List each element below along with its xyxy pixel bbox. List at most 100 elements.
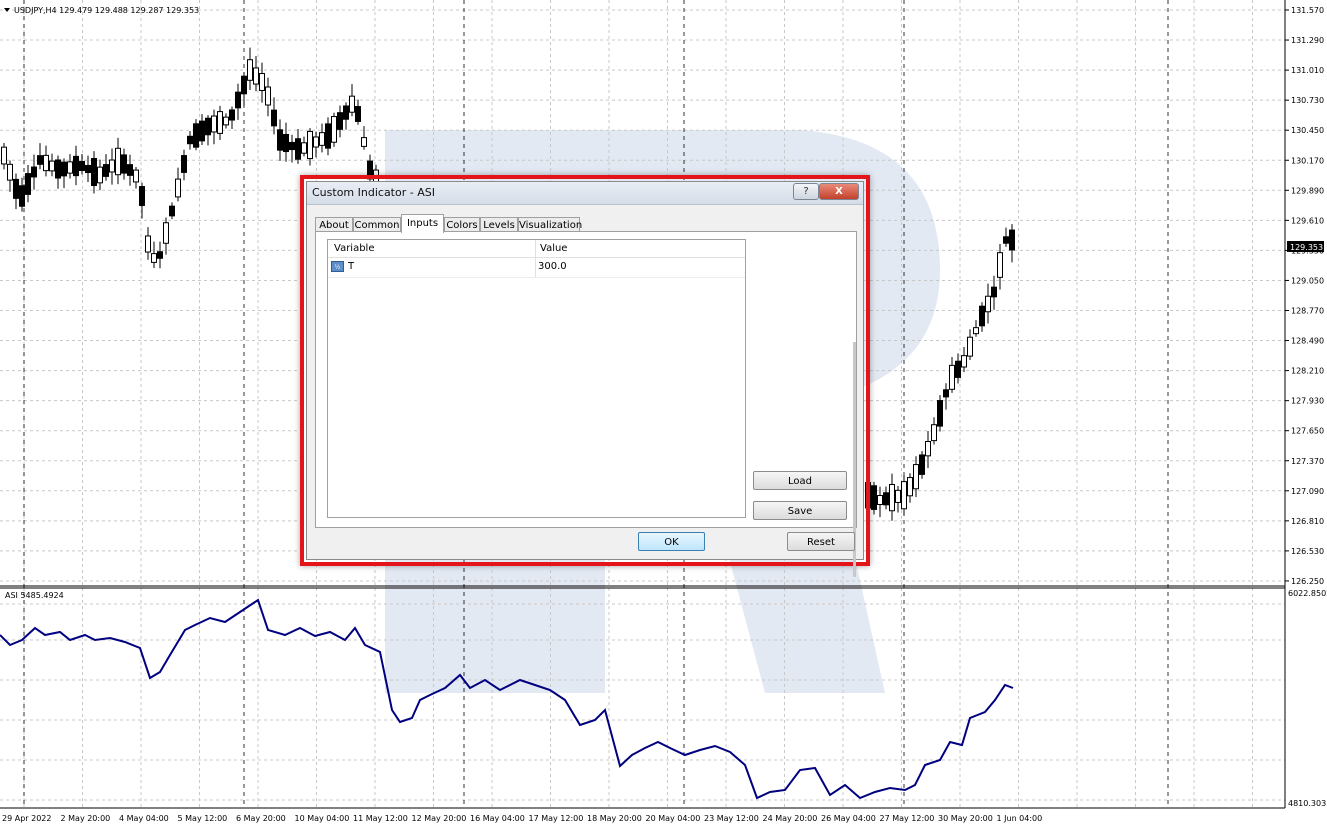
candle-body: [235, 91, 241, 109]
candle-body: [205, 117, 211, 136]
candle-body: [343, 105, 349, 120]
reset-button[interactable]: Reset: [787, 532, 855, 551]
candle: [133, 166, 139, 189]
candle-body: [133, 169, 139, 183]
indicator-header: ASI 5485.4924: [5, 591, 64, 600]
time-label: 24 May 20:00: [763, 814, 818, 823]
candle: [49, 153, 55, 177]
candle-body: [175, 178, 181, 198]
candle-body: [85, 164, 91, 174]
candle: [103, 154, 109, 181]
candle: [289, 134, 295, 163]
tab-common[interactable]: Common: [353, 217, 401, 232]
candle-body: [877, 495, 883, 505]
tab-inputs[interactable]: Inputs: [401, 214, 444, 233]
candle-body: [37, 155, 43, 165]
candle: [13, 173, 19, 210]
candle: [241, 71, 247, 106]
candle-body: [295, 138, 301, 160]
variable-cell: T: [348, 261, 355, 272]
tab-visualization[interactable]: Visualization: [518, 217, 582, 232]
candle-body: [883, 492, 889, 506]
ok-button[interactable]: OK: [638, 532, 705, 551]
save-button[interactable]: Save: [753, 501, 847, 520]
dialog-titlebar[interactable]: Custom Indicator - ASI ? X: [307, 182, 863, 205]
load-button[interactable]: Load: [753, 471, 847, 490]
candle-body: [361, 137, 367, 147]
tab-colors[interactable]: Colors: [444, 217, 480, 232]
candle-body: [115, 147, 121, 176]
candle-body: [163, 222, 169, 244]
price-label: 129.610: [1291, 216, 1324, 225]
value-cell[interactable]: 300.0: [538, 261, 567, 272]
candle: [295, 128, 301, 164]
time-label: 11 May 12:00: [353, 814, 408, 823]
candle-body: [211, 115, 217, 133]
candle-body: [985, 295, 991, 313]
candle: [151, 241, 157, 269]
time-axis: 29 Apr 2022 2 May 20:00 4 May 04:00 5 May 1…: [2, 814, 1042, 823]
candle-body: [19, 185, 25, 207]
price-label: 130.450: [1291, 126, 1324, 135]
price-label: 128.210: [1291, 367, 1324, 376]
candle-body: [901, 481, 907, 510]
indicator-scale-max: 6022.8502: [1288, 589, 1327, 598]
price-label: 129.050: [1291, 276, 1324, 285]
help-button[interactable]: ?: [793, 183, 819, 200]
time-label: 12 May 20:00: [412, 814, 467, 823]
candle-body: [949, 364, 955, 390]
candle-body: [247, 59, 253, 81]
candle-body: [109, 159, 115, 173]
candle-body: [895, 489, 901, 503]
price-label: 128.770: [1291, 307, 1324, 316]
candle-body: [889, 483, 895, 512]
candle: [949, 356, 955, 393]
candle-body: [253, 67, 259, 85]
candle-body: [991, 286, 997, 298]
candle-body: [967, 336, 973, 357]
candle-body: [127, 164, 133, 176]
dialog-title: Custom Indicator - ASI: [312, 186, 435, 199]
custom-indicator-dialog: Custom Indicator - ASI ? X About Common …: [306, 181, 864, 577]
chart-menu-triangle-icon[interactable]: [4, 8, 10, 12]
table-row[interactable]: ½ T 300.0: [328, 258, 745, 278]
inputs-tab-panel: Variable Value ½ T 300.0 Load Save: [315, 231, 857, 577]
candle-body: [271, 109, 277, 127]
price-label: 126.810: [1291, 517, 1324, 526]
candle-body: [49, 160, 55, 172]
candle-body: [919, 454, 925, 475]
candle-body: [97, 166, 103, 184]
candle: [889, 473, 895, 521]
column-header-variable[interactable]: Variable: [334, 243, 375, 254]
candle-body: [325, 123, 331, 149]
candle-body: [145, 235, 151, 253]
time-label: 17 May 12:00: [529, 814, 584, 823]
candle-body: [241, 75, 247, 95]
candle: [979, 302, 985, 332]
close-button[interactable]: X: [819, 183, 859, 200]
column-header-value[interactable]: Value: [540, 243, 567, 254]
candle-body: [913, 464, 919, 490]
price-label: 131.290: [1291, 36, 1324, 45]
candle-body: [871, 485, 877, 510]
candle: [79, 154, 85, 175]
candle: [229, 106, 235, 130]
inputs-table: Variable Value ½ T 300.0: [327, 239, 746, 518]
candle: [1003, 227, 1009, 247]
candle-body: [103, 164, 109, 177]
candle: [985, 283, 991, 324]
candle: [217, 105, 223, 140]
candle-body: [925, 441, 931, 457]
candle: [277, 119, 283, 161]
time-label: 27 May 12:00: [880, 814, 935, 823]
candle-body: [193, 123, 199, 148]
tab-about[interactable]: About: [315, 217, 353, 232]
candle-body: [943, 389, 949, 398]
candle: [319, 123, 325, 153]
candle: [931, 417, 937, 445]
price-label: 129.890: [1291, 186, 1324, 195]
candle-body: [79, 161, 85, 171]
candle: [235, 83, 241, 120]
candle-body: [61, 161, 67, 177]
tab-levels[interactable]: Levels: [480, 217, 518, 232]
